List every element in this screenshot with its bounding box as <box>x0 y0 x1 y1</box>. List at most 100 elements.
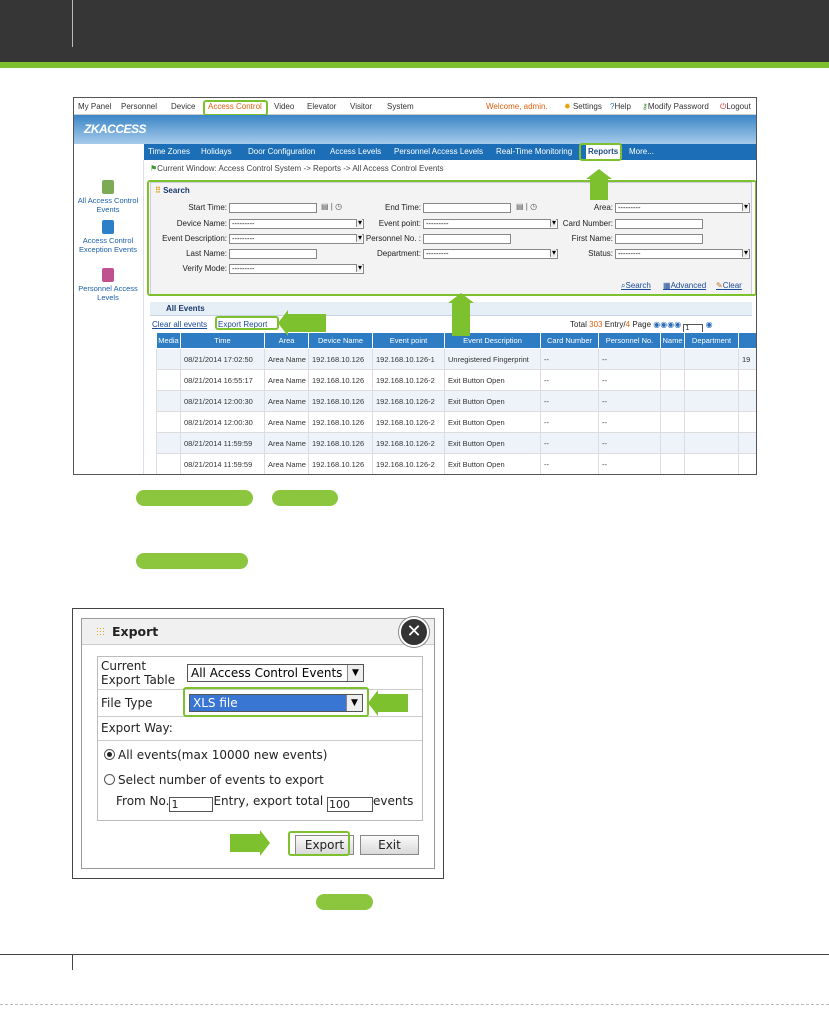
column-header: Department <box>684 332 739 349</box>
table-cell <box>738 390 756 412</box>
table-cell: -- <box>598 432 661 454</box>
table-cell: Area Name <box>264 348 309 370</box>
table-cell: Exit Button Open <box>444 432 541 454</box>
highlight-export-report <box>215 316 279 330</box>
table-cell: 08/21/2014 12:00:30 <box>180 411 265 433</box>
events-table: Media Time Area Device Name Event point Event… <box>156 332 756 474</box>
export-total-input[interactable]: 100 <box>326 797 373 812</box>
table-cell <box>660 432 685 454</box>
table-cell <box>156 369 181 391</box>
table-cell: -- <box>598 369 661 391</box>
highlight-access-control <box>203 100 268 116</box>
document-icon <box>102 180 114 194</box>
all-events-title: All Events <box>150 302 752 316</box>
menu-device[interactable]: Device <box>171 102 195 111</box>
menu-system[interactable]: System <box>387 102 414 111</box>
nav-personnel-access-levels[interactable]: Personnel Access Levels <box>74 268 142 302</box>
footer-line <box>0 954 829 955</box>
tab-access-levels[interactable]: Access Levels <box>330 147 381 156</box>
page-nav-icons[interactable]: ◉◉◉◉ <box>653 320 681 329</box>
nav-all-access-control-events[interactable]: All Access Control Events <box>74 180 142 214</box>
menu-video[interactable]: Video <box>274 102 294 111</box>
table-cell: -- <box>598 348 661 370</box>
table-cell <box>156 390 181 412</box>
exit-button[interactable]: Exit <box>360 835 419 855</box>
table-row[interactable]: 08/21/2014 16:55:17 Area Name 192.168.10.1… <box>156 369 756 391</box>
tab-door-configuration[interactable]: Door Configuration <box>248 147 315 156</box>
radio-empty-icon[interactable] <box>104 774 115 785</box>
table-cell: Exit Button Open <box>444 369 541 391</box>
clear-all-events-link[interactable]: Clear all events <box>152 320 207 329</box>
table-row[interactable]: 08/21/2014 11:59:59 Area Name 192.168.10.1… <box>156 432 756 454</box>
table-cell: 192.168.10.126-2 <box>372 369 445 391</box>
highlight-reports-tab <box>579 143 622 161</box>
current-table-label: Current Export Table <box>101 659 176 687</box>
column-header: Personnel No. <box>598 332 661 349</box>
dots-icon <box>96 627 105 636</box>
current-table-row: Current Export Table All Access Control … <box>98 657 422 690</box>
menu-visitor[interactable]: Visitor <box>350 102 372 111</box>
callout-pill <box>136 490 253 506</box>
table-cell: Exit Button Open <box>444 453 541 474</box>
table-cell: 192.168.10.126 <box>308 390 373 412</box>
reports-screenshot: My Panel Personnel Device Access Control… <box>73 97 757 475</box>
table-cell: 08/21/2014 16:55:17 <box>180 369 265 391</box>
close-icon[interactable]: ✕ <box>399 617 429 647</box>
export-dialog: Export Current Export Table All Access C… <box>81 618 435 869</box>
header-divider <box>72 0 73 47</box>
nav-access-control-exception-events[interactable]: Access Control Exception Events <box>74 220 142 254</box>
file-type-label: File Type <box>101 696 153 710</box>
table-cell: Unregistered Fingerprint <box>444 348 541 370</box>
modify-password-link[interactable]: ⚷Modify Password <box>642 102 709 111</box>
logout-link[interactable]: ⏻Logout <box>720 102 751 112</box>
export-way-row: Export Way: <box>98 717 422 741</box>
table-cell <box>684 348 739 370</box>
file-type-arrow <box>368 690 408 716</box>
main-menu-bar: My Panel Personnel Device Access Control… <box>74 98 756 115</box>
help-link[interactable]: ?Help <box>610 102 631 111</box>
table-cell: -- <box>540 348 599 370</box>
page-edge-dashes <box>0 1004 829 1005</box>
tab-holidays[interactable]: Holidays <box>201 147 232 156</box>
table-cell: 192.168.10.126-2 <box>372 390 445 412</box>
footer-divider <box>72 954 73 970</box>
table-cell <box>660 369 685 391</box>
table-row[interactable]: 08/21/2014 17:02:50 Area Name 192.168.10.1… <box>156 348 756 370</box>
table-cell <box>684 411 739 433</box>
option-select-number[interactable]: Select number of events to export <box>104 773 324 787</box>
table-cell: -- <box>540 453 599 474</box>
menu-my-panel[interactable]: My Panel <box>78 102 111 111</box>
menu-personnel[interactable]: Personnel <box>121 102 157 111</box>
highlight-export-button <box>288 831 350 856</box>
tab-more[interactable]: More... <box>629 147 654 156</box>
tab-time-zones[interactable]: Time Zones <box>148 147 190 156</box>
table-cell: -- <box>540 411 599 433</box>
settings-link[interactable]: ✹ Settings <box>564 102 602 111</box>
column-header: Device Name <box>308 332 373 349</box>
table-row[interactable]: 08/21/2014 11:59:59 Area Name 192.168.10.1… <box>156 453 756 474</box>
table-row[interactable]: 08/21/2014 12:00:30 Area Name 192.168.10.1… <box>156 411 756 433</box>
table-cell <box>684 369 739 391</box>
tab-real-time-monitoring[interactable]: Real-Time Monitoring <box>496 147 572 156</box>
table-cell: Area Name <box>264 369 309 391</box>
welcome-text: Welcome, admin. <box>486 102 548 111</box>
range-row: From No. 1 Entry, export total 100 events <box>116 794 414 812</box>
table-cell: -- <box>598 453 661 474</box>
table-cell: 192.168.10.126 <box>308 369 373 391</box>
option-all-events[interactable]: All events(max 10000 new events) <box>104 748 327 762</box>
table-cell <box>156 411 181 433</box>
table-cell: 192.168.10.126 <box>308 411 373 433</box>
column-header: Card Number <box>540 332 599 349</box>
export-options: Current Export Table All Access Control … <box>97 656 423 821</box>
go-icon[interactable]: ◉ <box>706 320 713 329</box>
left-nav: All Access Control Events Access Control… <box>74 160 144 474</box>
from-no-input[interactable]: 1 <box>169 797 214 812</box>
tab-personnel-access-levels[interactable]: Personnel Access Levels <box>394 147 483 156</box>
current-table-select[interactable]: All Access Control Events ▼ <box>187 664 364 682</box>
table-row[interactable]: 08/21/2014 12:00:30 Area Name 192.168.10.1… <box>156 390 756 412</box>
menu-elevator[interactable]: Elevator <box>307 102 336 111</box>
table-cell: Area Name <box>264 411 309 433</box>
table-cell: -- <box>598 390 661 412</box>
radio-selected-icon[interactable] <box>104 749 115 760</box>
table-cell: 19 <box>738 348 756 370</box>
